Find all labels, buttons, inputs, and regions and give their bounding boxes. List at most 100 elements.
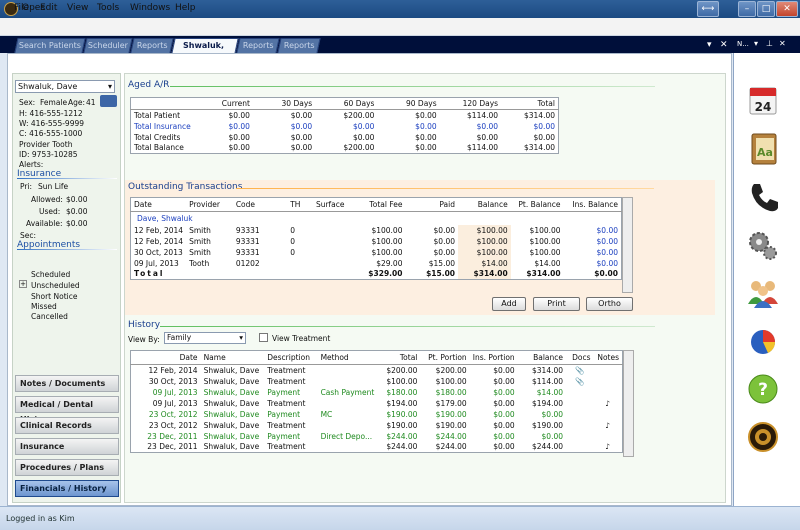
nav-procedures-plans[interactable]: Procedures / Plans <box>15 459 119 476</box>
table-row: Total Patient $0.00 $0.00 $200.00 $0.00 $114.… <box>134 110 555 120</box>
outstanding-scrollbar[interactable] <box>622 197 633 293</box>
table-group-row: Dave, Shwaluk <box>137 213 193 223</box>
dock-close-icon[interactable]: ✕ <box>779 39 786 48</box>
nav-medical-dental-history[interactable]: Medical / Dental History <box>15 396 119 424</box>
minimize-button[interactable]: – <box>738 1 756 17</box>
status-bar <box>0 506 800 530</box>
nav-financials-history[interactable]: Financials / History <box>15 480 119 497</box>
menu-help[interactable]: Help <box>175 3 196 13</box>
tab-pin-icon[interactable]: ▾ <box>707 40 712 50</box>
dock-dropdown-icon[interactable]: ▾ <box>754 39 758 48</box>
nav-clinical-records[interactable]: Clinical Records <box>15 417 119 434</box>
allowed-label: Allowed: <box>31 195 63 204</box>
add-button[interactable]: Add <box>492 297 526 311</box>
view-treatment-label: View Treatment <box>272 334 331 343</box>
tab-reports-1[interactable]: Reports <box>130 38 174 53</box>
pie-chart-icon[interactable] <box>744 322 782 360</box>
sex-value: Female <box>40 98 68 107</box>
appt-unscheduled[interactable]: Unscheduled <box>31 281 80 290</box>
table-row[interactable]: 30 Oct, 2013 Smith 93331 0 $100.00 $0.00 $100.… <box>131 246 622 258</box>
note-icon: ♪ <box>605 420 611 430</box>
notes-cell <box>594 387 623 398</box>
table-row[interactable]: 23 Dec, 2011 Shwaluk, Dave Payment Direct D… <box>131 431 623 442</box>
table-total-row: Total $329.00 $15.00 $314.00 $314.00 $0.00 <box>134 268 618 280</box>
notes-cell <box>594 376 623 387</box>
insurance-divider <box>17 178 117 179</box>
ortho-button[interactable]: Ortho <box>586 297 633 311</box>
table-row[interactable]: 12 Feb, 2014 Smith 93331 0 $100.00 $0.00 $100.… <box>131 224 622 236</box>
table-row[interactable]: 09 Jul, 2013 Tooth 01202 $29.00 $15.00 $14.00… <box>131 257 622 269</box>
table-row: Total Insurance $0.00 $0.00 $0.00 $0.00 $0.00… <box>134 121 555 131</box>
age-label: Age: <box>68 98 86 107</box>
tab-close-icon[interactable]: ✕ <box>720 40 728 50</box>
pri-insurer: Sun Life <box>38 182 69 191</box>
menu-file[interactable]: File <box>14 3 29 13</box>
patient-select[interactable]: Shwaluk, Dave ▾ <box>15 80 115 93</box>
history-table: Date Name Description Method Total Pt. P… <box>130 350 623 453</box>
used-value: $0.00 <box>66 207 88 216</box>
appt-missed[interactable]: Missed <box>31 302 57 311</box>
menu-edit[interactable]: Edit <box>40 3 57 13</box>
lion-logo-icon[interactable] <box>744 418 782 456</box>
sec-label: Sec: <box>20 231 37 240</box>
help-icon[interactable]: ? <box>744 370 782 408</box>
pri-label: Pri: <box>20 182 33 191</box>
history-divider <box>160 326 655 327</box>
table-row[interactable]: 09 Jul, 2013 Shwaluk, Dave Payment Cash Pay… <box>131 387 623 398</box>
gears-icon[interactable] <box>744 226 782 264</box>
tab-reports-2[interactable]: Reports <box>236 38 280 53</box>
table-row[interactable]: 23 Oct, 2012 Shwaluk, Dave Payment MC $190.0… <box>131 409 623 420</box>
close-button[interactable]: ✕ <box>776 1 798 17</box>
home-phone: H: 416-555-1212 <box>19 109 83 118</box>
table-header-row: Current 30 Days 60 Days 90 Days 120 Days… <box>130 97 559 110</box>
notes-cell <box>594 409 623 420</box>
note-icon: ♪ <box>605 398 611 408</box>
tab-patient-shwaluk[interactable]: Shwaluk, Dave <box>171 38 239 64</box>
view-treatment-checkbox[interactable] <box>259 333 268 342</box>
history-title: History <box>128 320 161 330</box>
nav-notes-documents[interactable]: Notes / Documents <box>15 375 119 392</box>
svg-text:Aa: Aa <box>757 146 773 159</box>
dock-pin-icon[interactable]: ⊥ <box>766 39 773 48</box>
print-button[interactable]: Print <box>533 297 580 311</box>
table-row[interactable]: 09 Jul, 2013 Shwaluk, Dave Treatment $194.0… <box>131 398 623 409</box>
table-row[interactable]: 23 Oct, 2012 Shwaluk, Dave Treatment $190.0… <box>131 420 623 431</box>
menu-windows[interactable]: Windows <box>130 3 170 13</box>
view-by-select[interactable]: Family ▾ <box>164 332 246 344</box>
restore-button[interactable]: ⟷ <box>697 1 719 17</box>
expand-icon[interactable]: + <box>19 280 27 288</box>
docs-cell <box>566 420 594 431</box>
table-row[interactable]: 30 Oct, 2013 Shwaluk, Dave Treatment $100.0… <box>131 376 623 387</box>
history-scrollbar[interactable] <box>623 350 634 457</box>
table-row: Total Balance $0.00 $0.00 $200.00 $0.00 $114.… <box>134 143 555 153</box>
cell-phone: C: 416-555-1000 <box>19 129 83 138</box>
tab-search-patients[interactable]: Search Patients <box>14 38 86 53</box>
table-row[interactable]: 23 Dec, 2011 Shwaluk, Dave Treatment $244.0… <box>131 442 623 453</box>
svg-text:?: ? <box>758 380 768 400</box>
appt-scheduled[interactable]: Scheduled <box>31 270 70 279</box>
table-row[interactable]: 12 Feb, 2014 Smith 93331 0 $100.00 $0.00 $100.… <box>131 235 622 247</box>
patient-card-icon[interactable] <box>100 95 117 107</box>
aged-ar-divider <box>170 86 655 87</box>
table-row[interactable]: 12 Feb, 2014 Shwaluk, Dave Treatment $200.0… <box>131 365 623 376</box>
outstanding-divider <box>236 188 654 189</box>
menu-view[interactable]: View <box>67 3 88 13</box>
calendar-icon[interactable]: 24 <box>744 82 782 120</box>
nav-insurance[interactable]: Insurance <box>15 438 119 455</box>
phone-icon[interactable] <box>744 178 782 216</box>
address-book-icon[interactable]: Aa <box>744 130 782 168</box>
alerts-label: Alerts: <box>19 160 44 169</box>
menu-tools[interactable]: Tools <box>97 3 119 13</box>
provider: Provider Tooth <box>19 140 73 149</box>
notes-cell <box>594 431 623 442</box>
users-icon[interactable] <box>744 274 782 312</box>
maximize-button[interactable]: □ <box>757 1 775 17</box>
tab-scheduler[interactable]: Scheduler <box>83 38 133 53</box>
appt-cancelled[interactable]: Cancelled <box>31 312 68 321</box>
docs-cell <box>566 442 594 453</box>
menu-bar <box>0 18 800 36</box>
table-row: Total Credits $0.00 $0.00 $0.00 $0.00 $0.00 $0… <box>134 132 555 142</box>
tab-reports-3[interactable]: Reports <box>277 38 321 53</box>
age-value: 41 <box>86 98 96 107</box>
appt-short-notice[interactable]: Short Notice <box>31 292 77 301</box>
